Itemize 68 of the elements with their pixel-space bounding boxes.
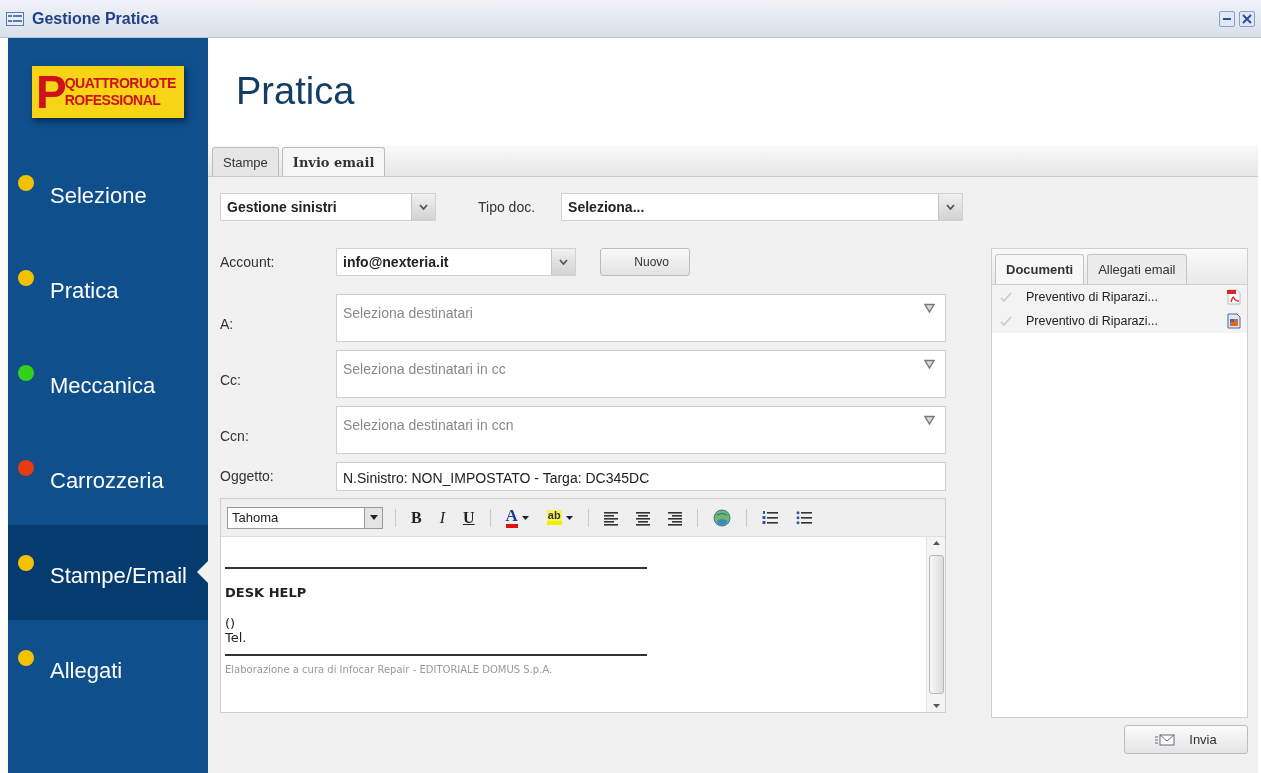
- check-icon[interactable]: [1000, 316, 1012, 326]
- chevron-icon: [419, 204, 428, 210]
- italic-button[interactable]: I: [436, 509, 448, 526]
- highlight-button[interactable]: ab: [543, 510, 576, 525]
- account-dropdown[interactable]: info@nexteria.it: [336, 248, 576, 276]
- scroll-up-icon: [932, 541, 940, 545]
- close-button[interactable]: [1239, 10, 1255, 27]
- category-dropdown[interactable]: Gestione sinistri: [220, 193, 436, 221]
- caret-icon: [369, 515, 378, 520]
- scrollbar[interactable]: [926, 537, 945, 712]
- window-icon: [6, 11, 24, 26]
- signature-line: Tel.: [225, 631, 248, 647]
- field-label: Tipo doc.: [478, 197, 536, 217]
- subject-field[interactable]: N.Sinistro: NON_IMPOSTATO - Targa: DC345DC: [336, 462, 946, 491]
- numbered-list-icon: [761, 510, 778, 527]
- tab[interactable]: Stampe: [212, 146, 279, 176]
- chevron-icon: [946, 204, 956, 210]
- sidebar-item[interactable]: Selezione: [8, 145, 208, 240]
- dropdown-triangle-icon: [924, 415, 935, 425]
- align-right-icon: [667, 511, 682, 526]
- footer-text: Elaborazione a cura di Infocar Repair - EDITORIALE DOMUS S.p.A.: [225, 663, 554, 678]
- sidebar-item[interactable]: Pratica: [8, 240, 208, 335]
- underline-button[interactable]: U: [460, 509, 478, 526]
- send-button[interactable]: Invia: [1124, 725, 1248, 754]
- doc-type-dropdown[interactable]: Seleziona...: [561, 193, 964, 221]
- field-label: A:: [220, 315, 235, 334]
- globe-icon: [712, 508, 731, 527]
- field-label: Account:: [220, 253, 276, 272]
- document-name[interactable]: Preventivo di Riparazi...: [1026, 287, 1227, 307]
- caret-icon: [565, 515, 573, 520]
- tab[interactable]: Invio email: [281, 146, 386, 176]
- check-icon[interactable]: [1000, 292, 1012, 302]
- dropdown-triangle-icon: [924, 303, 935, 313]
- font-color-button[interactable]: A: [502, 507, 532, 528]
- field-label: Oggetto:: [220, 467, 275, 486]
- new-button[interactable]: Nuovo: [600, 248, 690, 276]
- font-dropdown[interactable]: Tahoma: [227, 506, 383, 529]
- sidebar-item[interactable]: Stampe/Email: [8, 525, 208, 620]
- bold-button[interactable]: B: [408, 509, 425, 526]
- rich-text-editor[interactable]: Tahoma B I U A ab DESK HELP () Tel. Elaborazione a cura di Infocar Repair - EDITORIALE DOMUS S.p.A.: [220, 498, 946, 713]
- bullet-list-icon: [795, 510, 812, 527]
- minimize-button[interactable]: [1219, 10, 1235, 27]
- pdf-file-icon: [1227, 289, 1241, 305]
- recipient-field[interactable]: Seleziona destinatari: [336, 294, 946, 342]
- sidebar-item[interactable]: Allegati: [8, 620, 208, 715]
- close-icon: [1242, 13, 1252, 24]
- signature-heading: DESK HELP: [225, 584, 308, 602]
- minimize-icon: [1223, 17, 1231, 20]
- sidebar-item[interactable]: Carrozzeria: [8, 430, 208, 525]
- field-label: Ccn:: [220, 427, 250, 446]
- caret-icon: [521, 515, 529, 520]
- dropdown-triangle-icon: [924, 359, 935, 369]
- tab[interactable]: Documenti: [995, 253, 1085, 284]
- signature-line: (): [225, 616, 237, 632]
- align-center-icon: [635, 511, 650, 526]
- recipient-field[interactable]: Seleziona destinatari in cc: [336, 350, 946, 398]
- document-name[interactable]: Preventivo di Riparazi...: [1026, 311, 1227, 331]
- field-label: Cc:: [220, 371, 242, 390]
- image-file-icon: [1227, 313, 1241, 329]
- tab[interactable]: Allegati email: [1087, 253, 1187, 284]
- window-title: Gestione Pratica: [32, 8, 159, 29]
- page-title: Pratica: [236, 68, 355, 114]
- envelope-icon: [1155, 733, 1176, 746]
- align-left-icon: [603, 511, 618, 526]
- chevron-icon: [559, 259, 568, 265]
- sidebar-item[interactable]: Meccanica: [8, 335, 208, 430]
- scroll-down-icon: [932, 704, 940, 708]
- recipient-field[interactable]: Seleziona destinatari in ccn: [336, 406, 946, 454]
